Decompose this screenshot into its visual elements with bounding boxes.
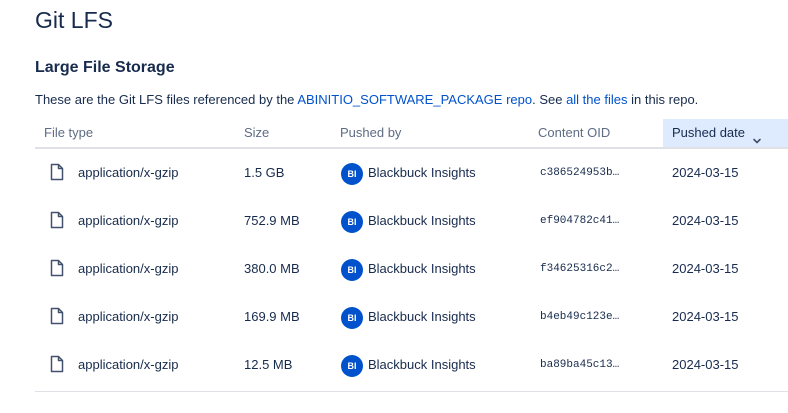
pushed-date-cell: 2024-03-15 xyxy=(672,261,739,276)
section-description: These are the Git LFS files referenced b… xyxy=(35,91,698,109)
pushed-by-cell: Blackbuck Insights xyxy=(368,165,476,180)
header-content-oid[interactable]: Content OID xyxy=(538,119,610,147)
table-header: File type Size Pushed by Content OID Pus… xyxy=(35,119,788,149)
repo-link[interactable]: ABINITIO_SOFTWARE_PACKAGE repo xyxy=(297,92,532,107)
content-oid-cell[interactable]: ef904782c41… xyxy=(540,197,619,245)
pushed-date-cell: 2024-03-15 xyxy=(672,165,739,180)
size-cell: 380.0 MB xyxy=(244,261,300,276)
pushed-by-cell: Blackbuck Insights xyxy=(368,213,476,228)
pushed-date-cell: 2024-03-15 xyxy=(672,309,739,324)
header-file-type[interactable]: File type xyxy=(44,119,93,147)
size-cell: 12.5 MB xyxy=(244,357,293,372)
pushed-by-cell: Blackbuck Insights xyxy=(368,309,476,324)
size-cell: 169.9 MB xyxy=(244,309,300,324)
size-cell: 1.5 GB xyxy=(244,165,285,180)
chevron-down-icon xyxy=(752,128,762,143)
description-suffix: in this repo. xyxy=(627,92,699,107)
table-body: application/x-gzip 1.5 GB BI Blackbuck I… xyxy=(35,149,788,389)
pushed-by-cell: Blackbuck Insights xyxy=(368,261,476,276)
header-size[interactable]: Size xyxy=(244,119,269,147)
header-pushed-date[interactable]: Pushed date xyxy=(663,119,788,147)
all-files-link[interactable]: all the files xyxy=(566,92,627,107)
file-type-cell: application/x-gzip xyxy=(78,165,179,180)
section-title: Large File Storage xyxy=(35,59,175,76)
file-icon xyxy=(50,307,64,325)
description-prefix: These are the Git LFS files referenced b… xyxy=(35,92,298,107)
pushed-date-cell: 2024-03-15 xyxy=(672,357,739,372)
table-row: application/x-gzip 752.9 MB BI Blackbuck… xyxy=(35,197,788,245)
avatar[interactable]: BI xyxy=(341,307,363,329)
file-icon xyxy=(50,259,64,277)
table-row: application/x-gzip 380.0 MB BI Blackbuck… xyxy=(35,245,788,293)
pushed-date-cell: 2024-03-15 xyxy=(672,213,739,228)
header-pushed-by[interactable]: Pushed by xyxy=(340,119,401,147)
content-oid-cell[interactable]: ba89ba45c13… xyxy=(540,341,619,389)
lfs-files-table: File type Size Pushed by Content OID Pus… xyxy=(35,119,788,392)
file-type-cell: application/x-gzip xyxy=(78,309,179,324)
file-icon xyxy=(50,355,64,373)
avatar[interactable]: BI xyxy=(341,211,363,233)
content-oid-cell[interactable]: f34625316c2… xyxy=(540,245,619,293)
header-pushed-date-label: Pushed date xyxy=(672,125,746,140)
table-row: application/x-gzip 169.9 MB BI Blackbuck… xyxy=(35,293,788,341)
file-icon xyxy=(50,211,64,229)
file-icon xyxy=(50,163,64,181)
table-row: application/x-gzip 12.5 MB BI Blackbuck … xyxy=(35,341,788,389)
avatar[interactable]: BI xyxy=(341,163,363,185)
file-type-cell: application/x-gzip xyxy=(78,357,179,372)
table-bottom-divider xyxy=(35,391,788,392)
pushed-by-cell: Blackbuck Insights xyxy=(368,357,476,372)
file-type-cell: application/x-gzip xyxy=(78,261,179,276)
page-title: Git LFS xyxy=(35,7,113,33)
avatar[interactable]: BI xyxy=(341,259,363,281)
avatar[interactable]: BI xyxy=(341,355,363,377)
file-type-cell: application/x-gzip xyxy=(78,213,179,228)
content-oid-cell[interactable]: b4eb49c123e… xyxy=(540,293,619,341)
content-oid-cell[interactable]: c386524953b… xyxy=(540,149,619,197)
size-cell: 752.9 MB xyxy=(244,213,300,228)
table-row: application/x-gzip 1.5 GB BI Blackbuck I… xyxy=(35,149,788,197)
description-middle: . See xyxy=(532,92,567,107)
